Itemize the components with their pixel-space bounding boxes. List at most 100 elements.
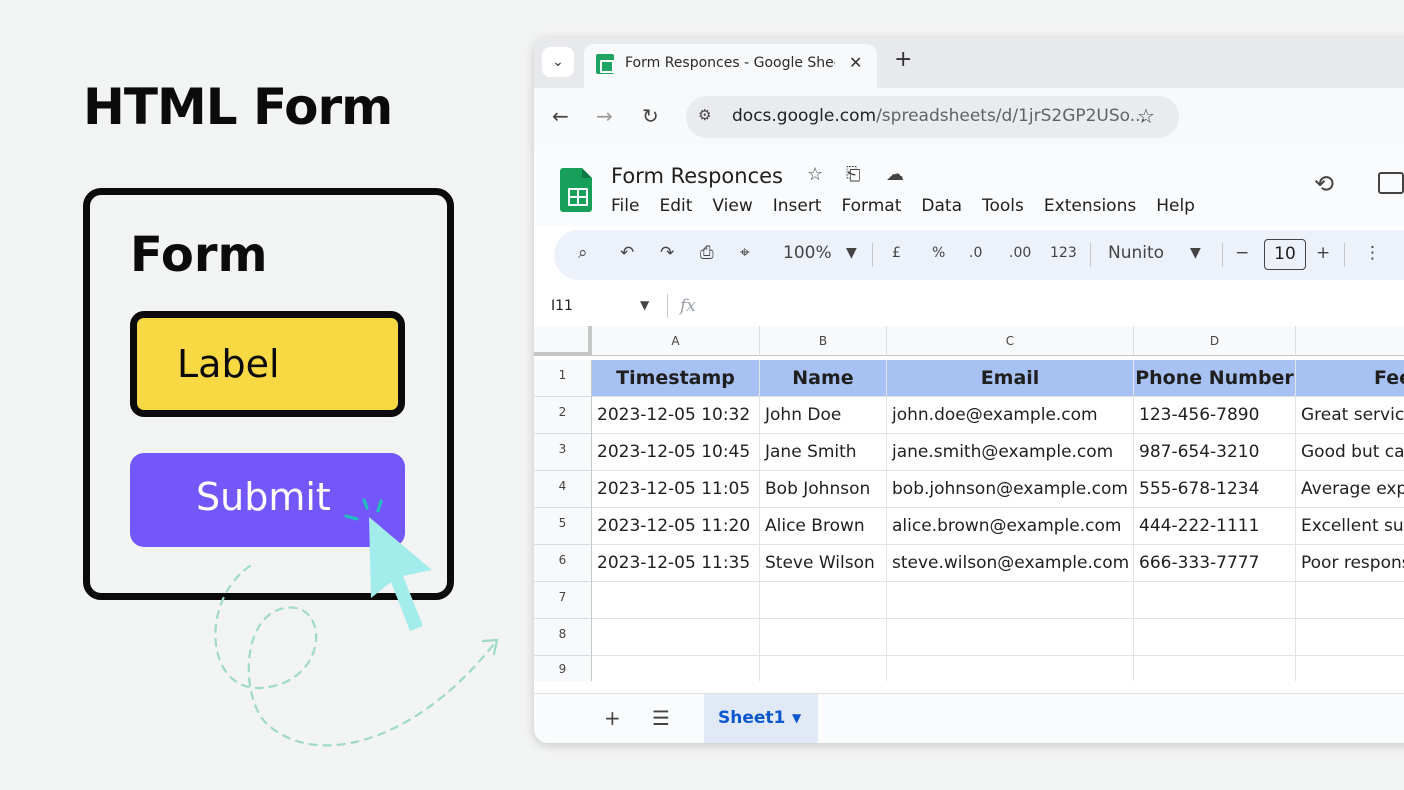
menu-insert[interactable]: Insert: [773, 196, 822, 216]
cloud-status-icon[interactable]: ☁: [886, 164, 904, 185]
table-cell[interactable]: 444-222-1111: [1134, 508, 1296, 545]
table-cell[interactable]: alice.brown@example.com: [887, 508, 1134, 545]
table-cell[interactable]: Great service: [1296, 397, 1404, 434]
column-header-b[interactable]: B: [760, 326, 887, 356]
header-cell[interactable]: Fee: [1296, 360, 1404, 397]
bookmark-star-icon[interactable]: ☆: [1137, 104, 1155, 128]
header-cell[interactable]: Timestamp: [592, 360, 760, 397]
table-cell[interactable]: 2023-12-05 11:05: [592, 471, 760, 508]
number-format-button[interactable]: 123: [1050, 245, 1077, 261]
table-cell[interactable]: bob.johnson@example.com: [887, 471, 1134, 508]
table-cell[interactable]: [887, 656, 1134, 681]
add-sheet-plus-icon[interactable]: +: [604, 706, 621, 730]
table-cell[interactable]: 2023-12-05 10:32: [592, 397, 760, 434]
browser-tab[interactable]: Form Responces - Google Sheets ✕: [584, 44, 877, 88]
table-cell[interactable]: [592, 656, 760, 681]
table-cell[interactable]: [760, 619, 887, 656]
chevron-down-icon[interactable]: ▼: [640, 298, 649, 312]
percent-format-button[interactable]: %: [932, 245, 945, 261]
reload-icon[interactable]: ↻: [642, 104, 659, 128]
menu-format[interactable]: Format: [841, 196, 901, 216]
menu-view[interactable]: View: [712, 196, 752, 216]
document-title[interactable]: Form Responces: [611, 164, 783, 188]
table-cell[interactable]: jane.smith@example.com: [887, 434, 1134, 471]
table-cell[interactable]: steve.wilson@example.com: [887, 545, 1134, 582]
header-cell[interactable]: Email: [887, 360, 1134, 397]
table-cell[interactable]: 2023-12-05 11:35: [592, 545, 760, 582]
font-size-increase-button[interactable]: +: [1316, 243, 1330, 263]
menu-tools[interactable]: Tools: [982, 196, 1024, 216]
table-cell[interactable]: 2023-12-05 10:45: [592, 434, 760, 471]
table-cell[interactable]: 555-678-1234: [1134, 471, 1296, 508]
table-cell[interactable]: [592, 619, 760, 656]
move-folder-icon[interactable]: ⎗: [846, 164, 860, 185]
search-icon[interactable]: ⌕: [578, 243, 588, 263]
paint-format-icon[interactable]: ⌖: [740, 243, 750, 263]
table-cell[interactable]: [760, 582, 887, 619]
table-cell[interactable]: Excellent sup: [1296, 508, 1404, 545]
table-cell[interactable]: Jane Smith: [760, 434, 887, 471]
sheets-logo-icon[interactable]: [560, 168, 592, 212]
more-options-icon[interactable]: ⋮: [1364, 243, 1381, 263]
increase-decimal-button[interactable]: .00: [1009, 245, 1031, 261]
chevron-down-icon[interactable]: ▼: [846, 245, 857, 261]
star-icon[interactable]: ☆: [807, 164, 823, 185]
table-cell[interactable]: [592, 582, 760, 619]
column-header-c[interactable]: C: [887, 326, 1134, 356]
table-cell[interactable]: [887, 619, 1134, 656]
row-header[interactable]: 2: [534, 397, 592, 434]
menu-help[interactable]: Help: [1156, 196, 1195, 216]
table-cell[interactable]: John Doe: [760, 397, 887, 434]
row-header[interactable]: 6: [534, 545, 592, 582]
font-select[interactable]: Nunito: [1108, 243, 1164, 263]
row-header[interactable]: 7: [534, 582, 592, 619]
table-cell[interactable]: [1134, 619, 1296, 656]
header-cell[interactable]: Name: [760, 360, 887, 397]
comments-icon[interactable]: [1378, 172, 1404, 194]
table-cell[interactable]: Steve Wilson: [760, 545, 887, 582]
table-cell[interactable]: [1296, 656, 1404, 681]
print-icon[interactable]: ⎙: [700, 243, 714, 263]
select-all-corner[interactable]: [534, 326, 592, 356]
table-cell[interactable]: [1134, 656, 1296, 681]
table-cell[interactable]: [1296, 619, 1404, 656]
zoom-select[interactable]: 100%: [783, 243, 832, 263]
table-cell[interactable]: [1134, 582, 1296, 619]
row-header[interactable]: 1: [534, 360, 592, 397]
new-tab-plus-icon[interactable]: +: [894, 47, 912, 72]
chevron-down-icon[interactable]: ▼: [1190, 245, 1201, 261]
row-header[interactable]: 9: [534, 656, 592, 681]
version-history-icon[interactable]: ⟲: [1314, 170, 1334, 198]
table-cell[interactable]: Alice Brown: [760, 508, 887, 545]
table-cell[interactable]: 987-654-3210: [1134, 434, 1296, 471]
row-header[interactable]: 8: [534, 619, 592, 656]
table-cell[interactable]: 123-456-7890: [1134, 397, 1296, 434]
decrease-decimal-button[interactable]: .0: [969, 245, 982, 261]
font-size-decrease-button[interactable]: −: [1235, 243, 1249, 263]
table-cell[interactable]: Good but can: [1296, 434, 1404, 471]
all-sheets-list-icon[interactable]: ☰: [652, 706, 670, 730]
currency-format-button[interactable]: £: [892, 245, 901, 261]
table-cell[interactable]: john.doe@example.com: [887, 397, 1134, 434]
header-cell[interactable]: Phone Number: [1134, 360, 1296, 397]
row-header[interactable]: 5: [534, 508, 592, 545]
redo-icon[interactable]: ↷: [660, 243, 674, 263]
table-cell[interactable]: Average exp: [1296, 471, 1404, 508]
row-header[interactable]: 3: [534, 434, 592, 471]
address-bar[interactable]: ⚙ docs.google.com/spreadsheets/d/1jrS2GP…: [686, 96, 1179, 138]
back-arrow-icon[interactable]: ←: [552, 104, 569, 128]
site-settings-icon[interactable]: ⚙: [698, 106, 711, 124]
row-header[interactable]: 4: [534, 471, 592, 508]
table-cell[interactable]: [760, 656, 887, 681]
menu-data[interactable]: Data: [921, 196, 962, 216]
column-header-a[interactable]: A: [592, 326, 760, 356]
column-header-e[interactable]: [1296, 326, 1404, 356]
menu-file[interactable]: File: [611, 196, 639, 216]
menu-extensions[interactable]: Extensions: [1044, 196, 1136, 216]
sheet-tab-sheet1[interactable]: Sheet1 ▼: [704, 694, 818, 743]
chevron-down-icon[interactable]: ▼: [792, 711, 801, 725]
table-cell[interactable]: Bob Johnson: [760, 471, 887, 508]
table-cell[interactable]: 666-333-7777: [1134, 545, 1296, 582]
name-box[interactable]: I11: [551, 298, 573, 314]
font-size-input[interactable]: 10: [1264, 239, 1306, 270]
